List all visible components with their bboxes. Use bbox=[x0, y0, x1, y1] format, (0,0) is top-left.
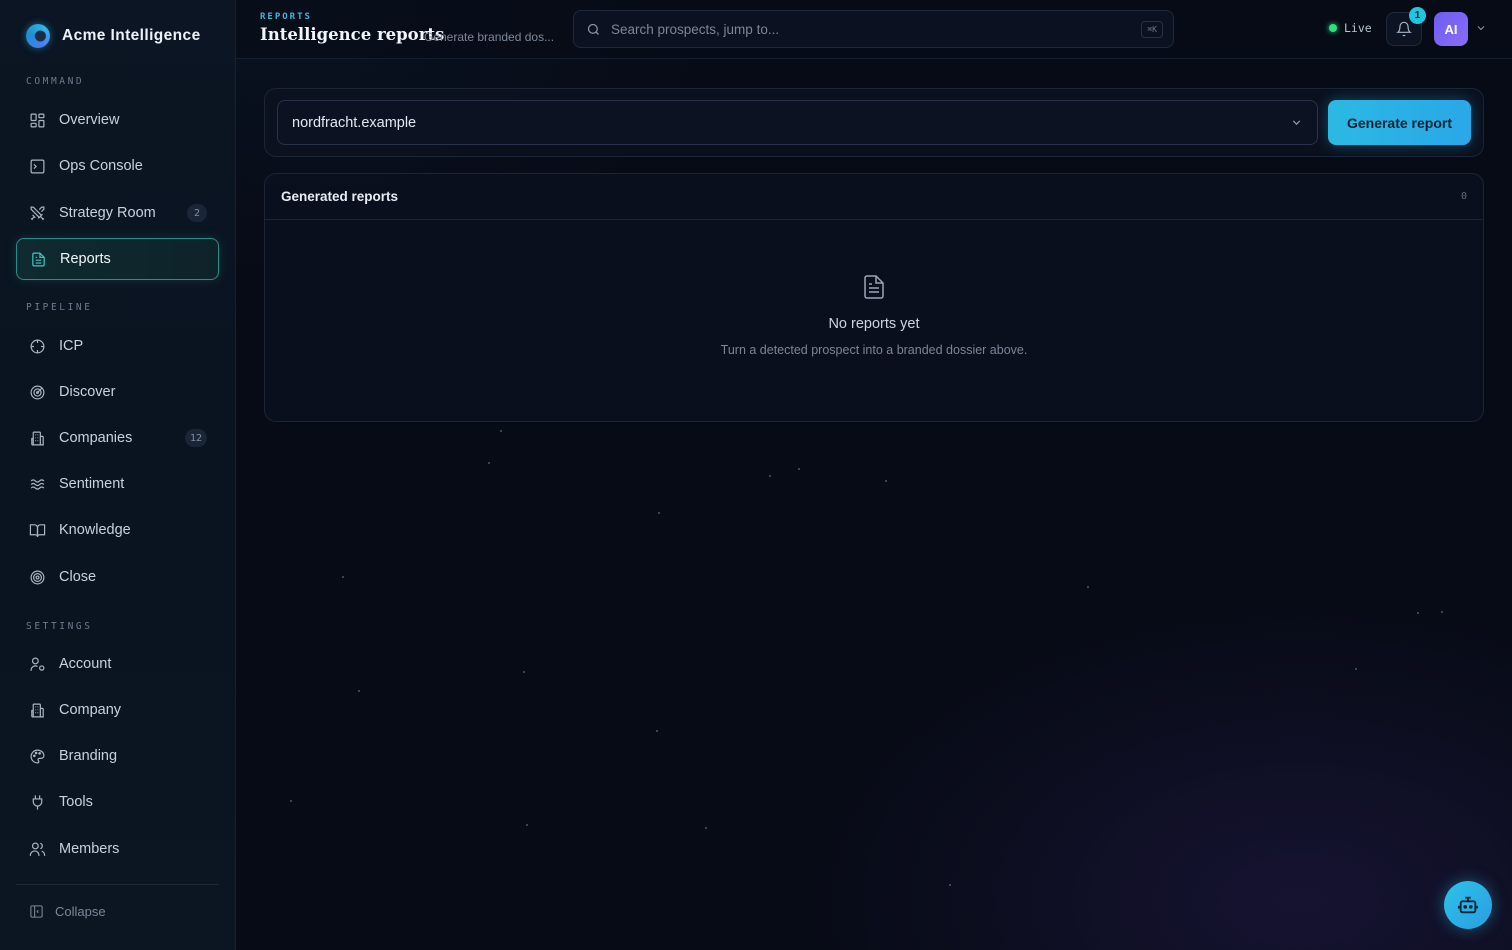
section-label-command: COMMAND bbox=[26, 76, 85, 87]
sidebar-item-sentiment[interactable]: Sentiment bbox=[16, 463, 219, 505]
sidebar-item-knowledge[interactable]: Knowledge bbox=[16, 509, 219, 551]
building-icon bbox=[31, 703, 44, 717]
sidebar-collapse-icon bbox=[30, 905, 43, 918]
sidebar-item-close[interactable]: Close bbox=[16, 556, 219, 598]
radar-icon bbox=[30, 385, 45, 399]
sidebar-item-strategy-room[interactable]: Strategy Room 2 bbox=[16, 192, 219, 234]
bell-icon bbox=[1396, 21, 1412, 37]
sidebar-item-label: Tools bbox=[59, 794, 93, 810]
document-icon bbox=[864, 275, 884, 299]
generate-report-button[interactable]: Generate report bbox=[1328, 100, 1471, 145]
sidebar-item-label: Strategy Room bbox=[59, 205, 156, 221]
sidebar-item-label: Sentiment bbox=[59, 476, 125, 492]
users-icon bbox=[29, 842, 46, 856]
sidebar-item-label: Ops Console bbox=[59, 158, 143, 174]
sidebar-item-label: Branding bbox=[59, 748, 118, 764]
crosshair-icon bbox=[30, 339, 45, 353]
sidebar-item-reports[interactable]: Reports bbox=[16, 238, 219, 280]
sidebar-item-ops-console[interactable]: Ops Console bbox=[16, 145, 219, 187]
sidebar-item-icp[interactable]: ICP bbox=[16, 325, 219, 367]
sidebar-item-label: Discover bbox=[59, 384, 116, 400]
reports-count: 0 bbox=[1460, 191, 1467, 202]
section-label-pipeline: PIPELINE bbox=[26, 302, 93, 313]
sidebar-item-companies[interactable]: Companies 12 bbox=[16, 417, 219, 459]
reports-title: Generated reports bbox=[281, 189, 399, 204]
sidebar-item-label: Overview bbox=[59, 112, 120, 128]
assistant-button[interactable] bbox=[1444, 881, 1492, 929]
sidebar-item-label: Company bbox=[59, 702, 122, 718]
live-status: Live bbox=[1329, 21, 1372, 35]
brand[interactable]: Acme Intelligence bbox=[26, 24, 201, 48]
waves-icon bbox=[30, 478, 45, 490]
live-dot-icon bbox=[1329, 24, 1337, 32]
brand-name: Acme Intelligence bbox=[62, 27, 201, 44]
user-avatar[interactable]: AI bbox=[1434, 12, 1468, 46]
nav-badge: 2 bbox=[187, 204, 207, 222]
page-title: Intelligence reports bbox=[260, 25, 445, 44]
empty-state: No reports yet Turn a detected prospect … bbox=[265, 274, 1483, 357]
prospect-select-value: nordfracht.example bbox=[292, 114, 417, 131]
sidebar-item-label: Members bbox=[59, 841, 120, 857]
user-gear-icon bbox=[30, 657, 45, 671]
sidebar-item-label: Knowledge bbox=[59, 522, 131, 538]
reports-header: Generated reports 0 bbox=[265, 174, 1483, 220]
report-generator-panel: nordfracht.example Generate report bbox=[264, 88, 1484, 157]
document-icon bbox=[32, 252, 45, 266]
top-header: REPORTS Intelligence reports Generate br… bbox=[236, 0, 1512, 59]
sidebar-item-label: Close bbox=[59, 569, 97, 585]
building-icon bbox=[31, 431, 44, 445]
plug-icon bbox=[32, 794, 43, 810]
notifications-button[interactable]: 1 bbox=[1386, 7, 1426, 46]
sidebar-item-tools[interactable]: Tools bbox=[16, 781, 219, 823]
sidebar-item-branding[interactable]: Branding bbox=[16, 735, 219, 777]
sidebar-item-label: ICP bbox=[59, 338, 84, 354]
sidebar-item-members[interactable]: Members bbox=[16, 828, 219, 870]
page-eyebrow: REPORTS bbox=[260, 12, 312, 22]
sidebar-item-account[interactable]: Account bbox=[16, 643, 219, 685]
sidebar-item-label: Account bbox=[59, 656, 112, 672]
grid-icon bbox=[30, 113, 45, 127]
bot-icon bbox=[1457, 896, 1479, 914]
nav-badge: 12 bbox=[184, 429, 207, 447]
empty-state-subtitle: Turn a detected prospect into a branded … bbox=[720, 343, 1028, 357]
collapse-label: Collapse bbox=[55, 904, 106, 919]
generated-reports-panel: Generated reports 0 No reports yet Turn … bbox=[264, 173, 1484, 422]
global-search[interactable]: ⌘K bbox=[573, 10, 1174, 48]
sidebar-item-company[interactable]: Company bbox=[16, 689, 219, 731]
sidebar-item-label: Companies bbox=[59, 430, 133, 446]
sidebar: Acme Intelligence COMMAND Overview Ops C… bbox=[0, 0, 236, 950]
brand-logo-icon bbox=[26, 24, 50, 48]
live-label: Live bbox=[1344, 21, 1372, 35]
search-shortcut: ⌘K bbox=[1141, 20, 1163, 38]
notification-count-badge: 1 bbox=[1409, 7, 1426, 24]
search-icon bbox=[587, 23, 599, 35]
book-icon bbox=[29, 523, 46, 537]
palette-icon bbox=[30, 749, 45, 763]
sidebar-item-label: Reports bbox=[60, 251, 111, 267]
chevron-down-icon[interactable] bbox=[1475, 22, 1487, 34]
prospect-select[interactable]: nordfracht.example bbox=[277, 100, 1318, 145]
search-input[interactable] bbox=[611, 21, 1132, 37]
swords-icon bbox=[30, 206, 45, 220]
section-label-settings: SETTINGS bbox=[26, 621, 93, 632]
terminal-icon bbox=[30, 159, 45, 173]
sidebar-divider bbox=[16, 884, 219, 885]
chevron-down-icon bbox=[1292, 120, 1301, 125]
collapse-button[interactable]: Collapse bbox=[29, 904, 106, 919]
sidebar-item-overview[interactable]: Overview bbox=[16, 99, 219, 141]
target-icon bbox=[30, 570, 45, 584]
empty-state-title: No reports yet bbox=[828, 316, 920, 332]
page-subtitle: Generate branded dos... bbox=[424, 30, 555, 44]
sidebar-item-discover[interactable]: Discover bbox=[16, 371, 219, 413]
